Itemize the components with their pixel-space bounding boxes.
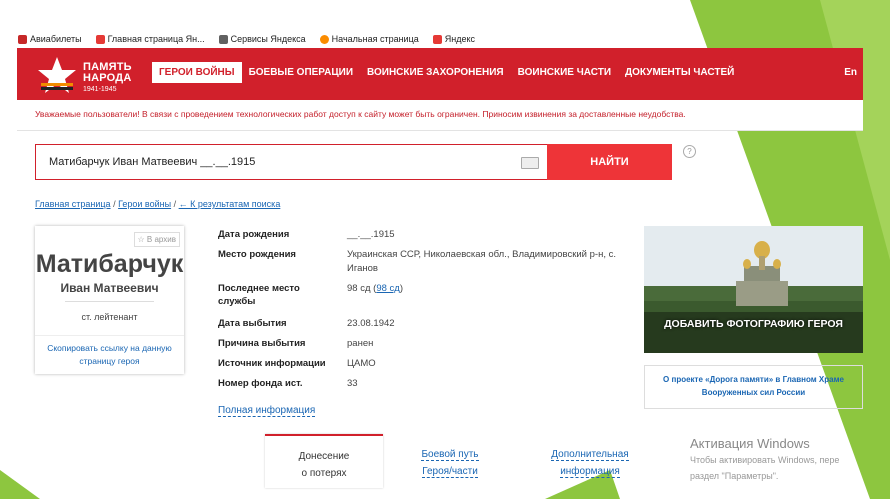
unit-link[interactable]: 98 сд <box>376 283 400 294</box>
breadcrumb-heroes[interactable]: Герои войны <box>118 199 171 209</box>
help-icon[interactable]: ? <box>683 145 696 158</box>
detail-label: Номер фонда ист. <box>218 378 303 389</box>
archive-button[interactable]: ☆ В архив <box>133 232 180 247</box>
hero-card: ☆ В архив Матибарчук Иван Матвеевич ст. … <box>35 226 184 374</box>
hero-tabs: Донесение о потерях Боевой путь Героя/ча… <box>265 434 655 488</box>
search-input[interactable]: Матибарчук Иван Матвеевич __.__.1915 <box>35 144 547 180</box>
bookmark-yandex-services[interactable]: Сервисы Яндекса <box>218 34 306 44</box>
add-photo-banner[interactable]: ДОБАВИТЬ ФОТОГРАФИЮ ГЕРОЯ <box>644 226 863 353</box>
detail-label: Последнее место службы <box>218 283 300 307</box>
chrome-icon <box>319 34 329 44</box>
tab-loss-report[interactable]: Донесение о потерях <box>265 434 383 488</box>
logo-years: 1941-1945 <box>83 86 117 93</box>
detail-value: __.__.1915 <box>347 229 395 240</box>
detail-value: 98 сд (98 сд) <box>347 283 403 294</box>
detail-value: ЦАМО <box>347 358 376 369</box>
keyboard-icon[interactable] <box>521 157 539 169</box>
detail-label: Источник информации <box>218 358 326 369</box>
nav-burials[interactable]: ВОИНСКИЕ ЗАХОРОНЕНИЯ <box>360 62 511 83</box>
yandex-icon <box>432 34 442 44</box>
breadcrumb-sep: / <box>113 199 116 209</box>
search-value: Матибарчук Иван Матвеевич __.__.1915 <box>49 156 256 168</box>
plane-icon <box>18 34 27 44</box>
detail-label: Место рождения <box>218 249 296 260</box>
hero-given-name: Иван Матвеевич <box>60 281 159 295</box>
nav-units[interactable]: ВОИНСКИЕ ЧАСТИ <box>511 62 618 83</box>
star-icon <box>38 57 76 93</box>
bookmark-yandex-home[interactable]: Главная страница Ян... <box>95 34 205 44</box>
breadcrumb: Главная страница / Герои войны / ← К рез… <box>35 199 280 209</box>
logo-line2: НАРОДА <box>83 72 132 84</box>
nav-operations[interactable]: БОЕВЫЕ ОПЕРАЦИИ <box>242 62 360 83</box>
cathedral-image <box>644 226 863 353</box>
folder-icon <box>218 34 228 44</box>
site-header: ПАМЯТЬ НАРОДА 1941-1945 ГЕРОИ ВОЙНЫ БОЕВ… <box>17 48 863 100</box>
bookmarks-bar: Авиабилеты Главная страница Ян... Сервис… <box>18 31 863 47</box>
copy-link-button[interactable]: Скопировать ссылку на данную страницу ге… <box>35 342 184 368</box>
add-photo-label: ДОБАВИТЬ ФОТОГРАФИЮ ГЕРОЯ <box>664 318 843 330</box>
detail-label: Причина выбытия <box>218 338 306 349</box>
bookmark-start-page[interactable]: Начальная страница <box>319 34 419 44</box>
hero-surname: Матибарчук <box>35 250 184 278</box>
detail-value: Украинская ССР, Николаевская обл., Влади… <box>347 249 616 274</box>
site-logo[interactable]: ПАМЯТЬ НАРОДА 1941-1945 <box>35 56 145 94</box>
yandex-icon <box>95 34 105 44</box>
bookmark-yandex[interactable]: Яндекс <box>432 34 475 44</box>
main-nav: ГЕРОИ ВОЙНЫ БОЕВЫЕ ОПЕРАЦИИ ВОИНСКИЕ ЗАХ… <box>152 62 741 83</box>
maintenance-notice: Уважаемые пользователи! В связи с провед… <box>17 100 863 131</box>
detail-label: Дата рождения <box>218 229 290 240</box>
detail-label: Дата выбытия <box>218 318 287 329</box>
card-divider <box>65 301 154 302</box>
detail-value: 33 <box>347 378 358 389</box>
project-promo-link[interactable]: О проекте «Дорога памяти» в Главном Храм… <box>644 365 863 409</box>
tab-battle-path[interactable]: Боевой путь Героя/части <box>415 446 485 480</box>
tab-additional-info[interactable]: Дополнительная информация <box>545 446 635 480</box>
breadcrumb-home[interactable]: Главная страница <box>35 199 111 209</box>
windows-activation-watermark: Активация Windows Чтобы активировать Win… <box>690 436 840 481</box>
bookmark-aviabilety[interactable]: Авиабилеты <box>18 34 82 44</box>
card-divider <box>35 335 184 336</box>
notice-text: Уважаемые пользователи! В связи с провед… <box>35 109 686 119</box>
back-to-results-link[interactable]: ← К результатам поиска <box>179 199 281 209</box>
full-info-link[interactable]: Полная информация <box>218 405 316 417</box>
nav-unit-documents[interactable]: ДОКУМЕНТЫ ЧАСТЕЙ <box>618 62 741 83</box>
search-button[interactable]: НАЙТИ <box>547 144 672 180</box>
detail-value: ранен <box>347 338 374 349</box>
breadcrumb-sep: / <box>173 199 177 209</box>
language-switch[interactable]: En <box>844 67 857 78</box>
hero-rank: ст. лейтенант <box>81 312 138 322</box>
detail-value: 23.08.1942 <box>347 318 395 329</box>
nav-heroes[interactable]: ГЕРОИ ВОЙНЫ <box>152 62 242 83</box>
